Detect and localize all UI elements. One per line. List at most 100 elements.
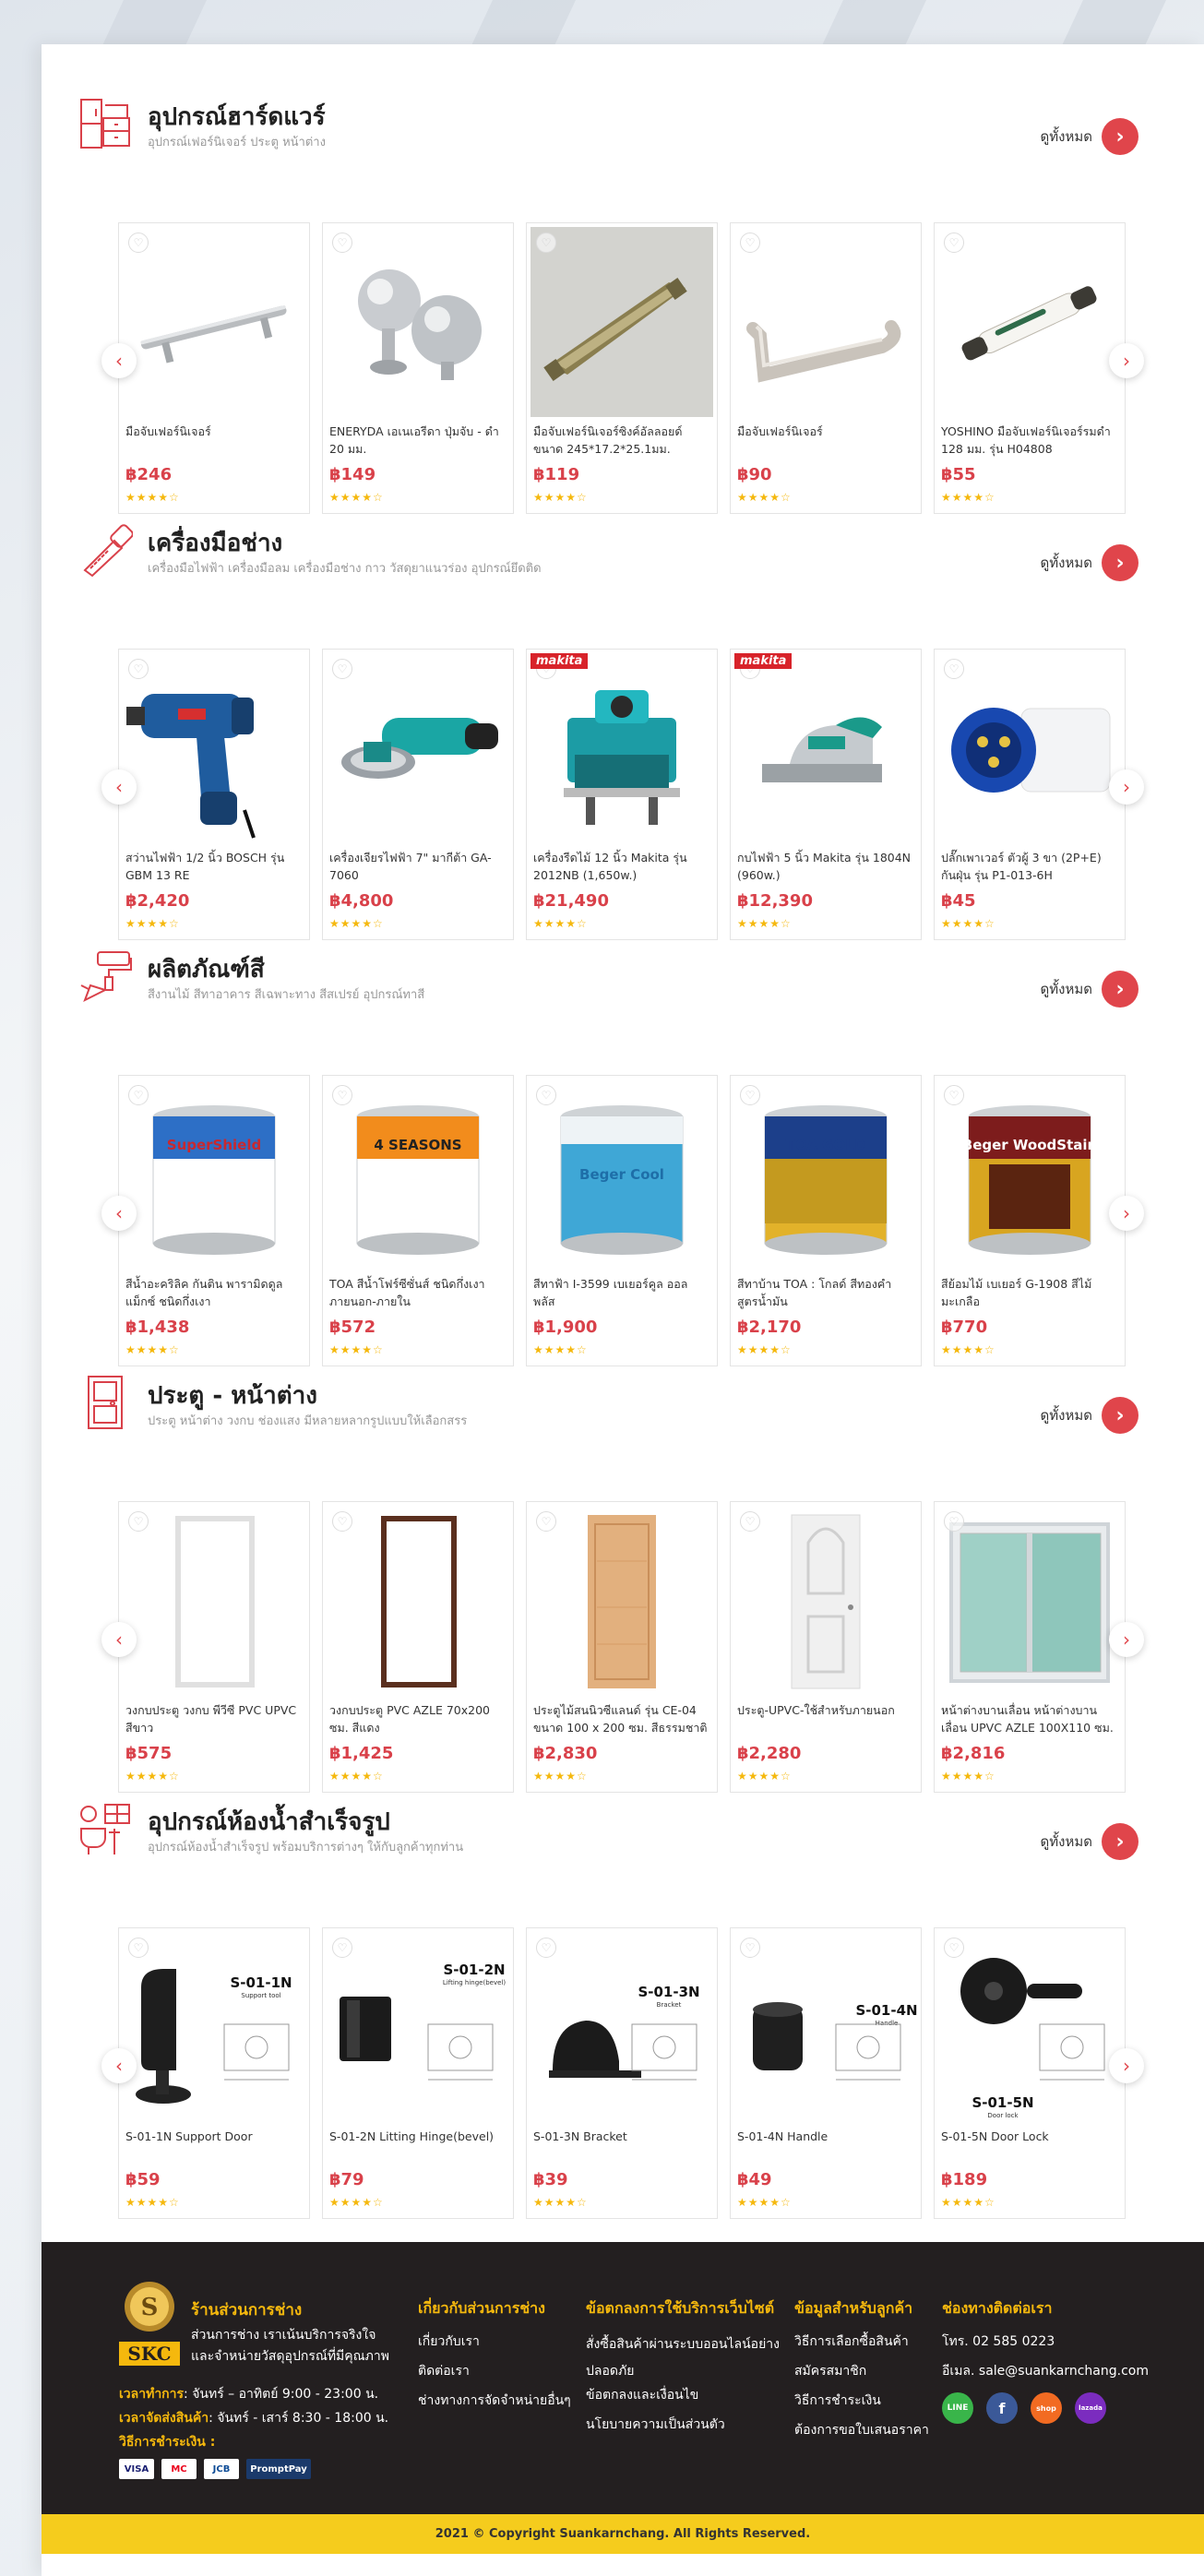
footer-link[interactable]: ข้อตกลงและเงื่อนไข (586, 2385, 784, 2405)
heart-icon[interactable]: ♡ (536, 233, 556, 253)
carousel-prev-button[interactable]: ‹ (101, 1196, 137, 1231)
product-name[interactable]: ปลั๊กเพาเวอร์ ตัวผู้ 3 ขา (2P+E) กันฝุ่น… (941, 849, 1118, 889)
product-image[interactable] (327, 653, 509, 843)
footer-link[interactable]: วิธีการชำระเงิน (794, 2391, 929, 2411)
product-image[interactable] (327, 1506, 509, 1696)
view-all-link[interactable]: ดูทั้งหมด › (1041, 1823, 1138, 1860)
footer-link[interactable]: นโยบายความเป็นส่วนตัว (586, 2415, 784, 2435)
product-name[interactable]: เครื่องเจียรไฟฟ้า 7" มากีต้า GA-7060 (329, 849, 507, 889)
product-image[interactable]: SuperShield (123, 1079, 305, 1270)
heart-icon[interactable]: ♡ (740, 1511, 760, 1532)
product-image[interactable] (734, 653, 917, 843)
product-image[interactable] (938, 1506, 1121, 1696)
product-name[interactable]: S-01-4N Handle (737, 2128, 914, 2168)
heart-icon[interactable]: ♡ (128, 1085, 149, 1105)
product-name[interactable]: วงกบประตู PVC AZLE 70x200 ซม. สีแดง (329, 1701, 507, 1742)
heart-icon[interactable]: ♡ (332, 659, 352, 679)
heart-icon[interactable]: ♡ (944, 659, 964, 679)
product-card[interactable]: ♡ มือจับเฟอร์นิเจอร์ ฿90 ★★★★☆ (730, 222, 922, 514)
product-image[interactable] (734, 1506, 917, 1696)
product-image[interactable] (530, 653, 713, 843)
product-name[interactable]: ENERYDA เอเนเอรีดา ปุ่มจับ - ดำ 20 มม. (329, 423, 507, 463)
product-card[interactable]: ♡ makita เครื่องรีดไม้ 12 นิ้ว Makita รุ่น… (526, 649, 718, 940)
heart-icon[interactable]: ♡ (944, 1511, 964, 1532)
heart-icon[interactable]: ♡ (536, 1938, 556, 1958)
product-name[interactable]: มือจับเฟอร์นิเจอร์ (125, 423, 303, 463)
heart-icon[interactable]: ♡ (944, 1938, 964, 1958)
product-name[interactable]: S-01-3N Bracket (533, 2128, 710, 2168)
product-card[interactable]: ♡ มือจับเฟอร์นิเจอร์ ฿246 ★★★★☆ (118, 222, 310, 514)
product-name[interactable]: สีน้ำอะคริลิค กันติน พารามิดดูล แม็กซ์ ช… (125, 1275, 303, 1316)
product-image[interactable] (938, 653, 1121, 843)
product-name[interactable]: ประตู-UPVC-ใช้สำหรับภายนอก (737, 1701, 914, 1742)
product-image[interactable]: Beger WoodStain (938, 1079, 1121, 1270)
contact-email[interactable]: อีเมล. sale@suankarnchang.com (942, 2361, 1149, 2381)
carousel-prev-button[interactable]: ‹ (101, 1622, 137, 1657)
product-card[interactable]: ♡ TOA GOLD สีทาบ้าน TOA : โกลด์ สีทองคำ สู… (730, 1075, 922, 1366)
product-image[interactable] (734, 227, 917, 417)
product-image[interactable]: S-01-1N Support tool (123, 1932, 305, 2122)
product-name[interactable]: กบไฟฟ้า 5 นิ้ว Makita รุ่น 1804N (960w.) (737, 849, 914, 889)
product-card[interactable]: ♡ วงกบประตู PVC AZLE 70x200 ซม. สีแดง ฿1,4… (322, 1501, 514, 1793)
product-card[interactable]: ♡ สว่านไฟฟ้า 1/2 นิ้ว BOSCH รุ่น GBM 13 R… (118, 649, 310, 940)
product-image[interactable]: TOA GOLD (734, 1079, 917, 1270)
heart-icon[interactable]: ♡ (332, 1938, 352, 1958)
footer-link[interactable]: วิธีการเลือกซื้อสินค้า (794, 2332, 929, 2352)
product-name[interactable]: S-01-2N Litting Hinge(bevel) (329, 2128, 507, 2168)
product-card[interactable]: ♡ S-01-5N Door lock S-01-5N Door Lock ฿189 ★★… (934, 1927, 1126, 2219)
product-name[interactable]: สีทาบ้าน TOA : โกลด์ สีทองคำ สูตรน้ำมัน (737, 1275, 914, 1316)
heart-icon[interactable]: ♡ (536, 1085, 556, 1105)
product-card[interactable]: ♡ ปลั๊กเพาเวอร์ ตัวผู้ 3 ขา (2P+E) กันฝุ่… (934, 649, 1126, 940)
heart-icon[interactable]: ♡ (740, 233, 760, 253)
product-card[interactable]: ♡ S-01-4N Handle S-01-4N Handle ฿49 ★★★★☆ (730, 1927, 922, 2219)
product-card[interactable]: ♡ S-01-3N Bracket S-01-3N Bracket ฿39 ★★★★☆ (526, 1927, 718, 2219)
heart-icon[interactable]: ♡ (332, 1511, 352, 1532)
carousel-next-button[interactable]: › (1109, 2048, 1144, 2083)
line-icon[interactable]: LINE (942, 2392, 973, 2424)
footer-link[interactable]: ต้องการขอใบเสนอราคา (794, 2420, 929, 2440)
carousel-next-button[interactable]: › (1109, 1622, 1144, 1657)
product-card[interactable]: ♡ YOSHINO มือจับเฟอร์นิเจอร์รมดำ 128 มม. … (934, 222, 1126, 514)
heart-icon[interactable]: ♡ (332, 233, 352, 253)
product-card[interactable]: ♡ มือจับเฟอร์นิเจอร์ซิงค์อัลลอยด์ ขนาด 24… (526, 222, 718, 514)
product-name[interactable]: สว่านไฟฟ้า 1/2 นิ้ว BOSCH รุ่น GBM 13 RE (125, 849, 303, 889)
product-card[interactable]: ♡ 4 SEASONS TOA สีน้ำโฟร์ซีซั่นส์ ชนิดกึ่ง… (322, 1075, 514, 1366)
carousel-next-button[interactable]: › (1109, 343, 1144, 378)
product-name[interactable]: TOA สีน้ำโฟร์ซีซั่นส์ ชนิดกึ่งเงา ภายนอก… (329, 1275, 507, 1316)
heart-icon[interactable]: ♡ (740, 1085, 760, 1105)
product-name[interactable]: วงกบประตู วงกบ พีวีซี PVC UPVC สีขาว (125, 1701, 303, 1742)
heart-icon[interactable]: ♡ (128, 659, 149, 679)
product-card[interactable]: ♡ S-01-1N Support tool S-01-1N Support Door… (118, 1927, 310, 2219)
product-card[interactable]: ♡ SuperShield สีน้ำอะคริลิค กันติน พารามิด… (118, 1075, 310, 1366)
facebook-icon[interactable]: f (986, 2392, 1018, 2424)
carousel-next-button[interactable]: › (1109, 769, 1144, 805)
product-name[interactable]: S-01-5N Door Lock (941, 2128, 1118, 2168)
product-card[interactable]: ♡ เครื่องเจียรไฟฟ้า 7" มากีต้า GA-7060 ฿4,… (322, 649, 514, 940)
product-image[interactable]: Beger Cool (530, 1079, 713, 1270)
product-image[interactable]: S-01-5N Door lock (938, 1932, 1121, 2122)
lazada-icon[interactable]: lazada (1075, 2392, 1106, 2424)
product-card[interactable]: ♡ Beger Cool สีทาฟ้า I-3599 เบเยอร์คูล ออล… (526, 1075, 718, 1366)
heart-icon[interactable]: ♡ (332, 1085, 352, 1105)
product-name[interactable]: สีทาฟ้า I-3599 เบเยอร์คูล ออล พลัส (533, 1275, 710, 1316)
product-card[interactable]: ♡ ENERYDA เอเนเอรีดา ปุ่มจับ - ดำ 20 มม. ฿… (322, 222, 514, 514)
carousel-next-button[interactable]: › (1109, 1196, 1144, 1231)
shopee-icon[interactable]: shop (1031, 2392, 1062, 2424)
heart-icon[interactable]: ♡ (128, 1938, 149, 1958)
product-image[interactable] (123, 653, 305, 843)
product-image[interactable] (530, 227, 713, 417)
heart-icon[interactable]: ♡ (128, 1511, 149, 1532)
footer-link[interactable]: ติดต่อเรา (418, 2361, 571, 2381)
product-name[interactable]: สีย้อมไม้ เบเยอร์ G-1908 สีไม้มะเกลือ (941, 1275, 1118, 1316)
carousel-prev-button[interactable]: ‹ (101, 769, 137, 805)
product-image[interactable] (123, 227, 305, 417)
product-image[interactable] (938, 227, 1121, 417)
heart-icon[interactable]: ♡ (740, 1938, 760, 1958)
product-image[interactable]: S-01-2N Lifting hinge(bevel) (327, 1932, 509, 2122)
product-name[interactable]: S-01-1N Support Door (125, 2128, 303, 2168)
skc-logo[interactable]: S SKC (119, 2279, 180, 2366)
product-image[interactable] (327, 227, 509, 417)
footer-link[interactable]: ช่างทางการจัดจำหน่ายอื่นๆ (418, 2391, 571, 2411)
product-name[interactable]: หน้าต่างบานเลื่อน หน้าต่างบานเลื่อน UPVC… (941, 1701, 1118, 1742)
carousel-prev-button[interactable]: ‹ (101, 2048, 137, 2083)
